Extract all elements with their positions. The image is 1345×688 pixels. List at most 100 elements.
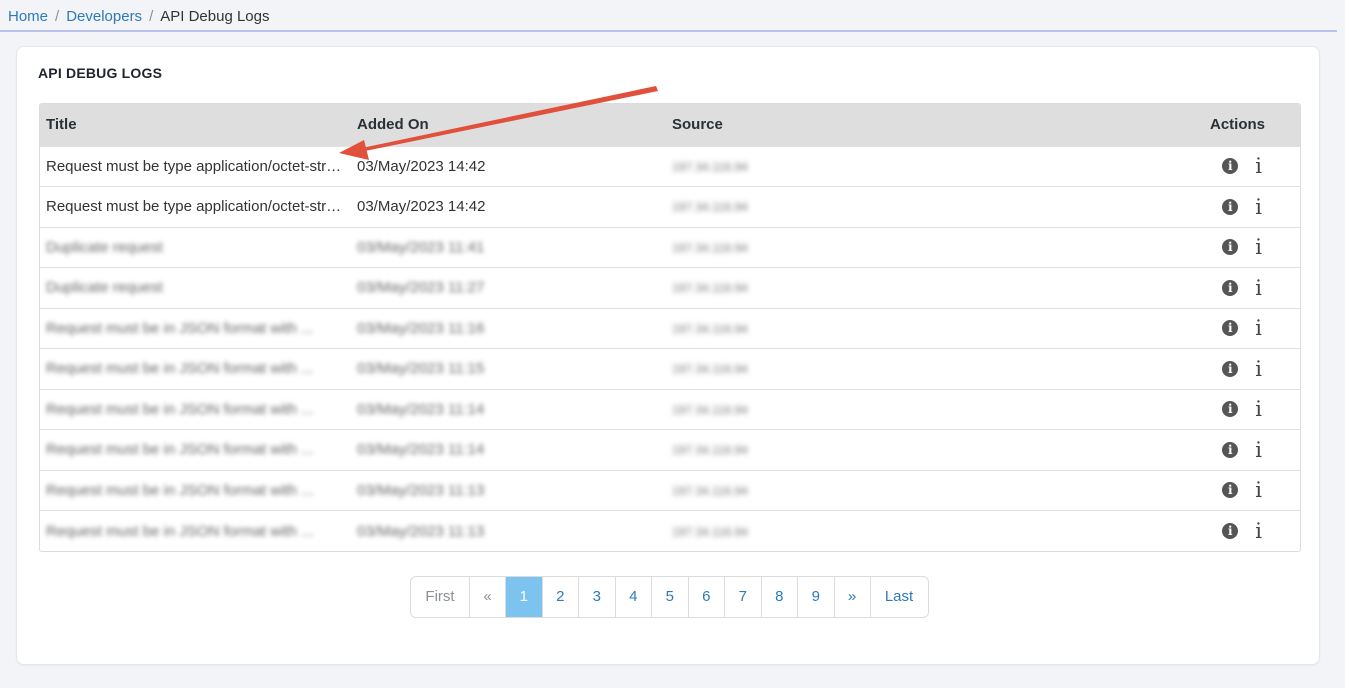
info-icon[interactable]: i [1255,357,1262,381]
table-body: Request must be type application/octet-s… [40,145,1300,551]
pagination-page-3[interactable]: 3 [579,577,616,617]
info-icon[interactable]: i [1255,519,1262,543]
row-title: Request must be in JSON format with ... [40,307,351,349]
pagination-page-5[interactable]: 5 [652,577,689,617]
info-circle-icon[interactable]: i [1222,401,1239,418]
table-row: Request must be in JSON format with ... 0… [40,429,1300,470]
info-icon[interactable]: i [1255,478,1262,502]
column-header-added-on[interactable]: Added On [351,104,666,146]
breadcrumb-separator: / [55,8,60,25]
info-circle-icon[interactable]: i [1222,158,1239,175]
column-header-title[interactable]: Title [40,104,351,146]
row-title: Request must be type application/octet-s… [40,145,351,187]
breadcrumb-home-link[interactable]: Home [8,8,48,25]
pagination-page-7[interactable]: 7 [725,577,762,617]
row-added-on: 03/May/2023 11:14 [351,429,666,470]
info-icon[interactable]: i [1255,154,1262,178]
row-added-on: 03/May/2023 14:42 [351,145,666,187]
table-row: Request must be type application/octet-s… [40,186,1300,227]
card-title: API DEBUG LOGS [38,65,163,81]
table-header-row: Title Added On Source Actions [40,104,1300,146]
table-row: Request must be type application/octet-s… [40,145,1300,187]
info-icon[interactable]: i [1255,235,1262,259]
row-actions: ii [1146,388,1300,430]
table-row: Request must be in JSON format with ... 0… [40,469,1300,511]
info-icon[interactable]: i [1255,397,1262,421]
row-title: Request must be in JSON format with ... [40,429,351,470]
info-icon[interactable]: i [1255,316,1262,340]
row-actions: ii [1146,307,1300,349]
info-icon[interactable]: i [1255,276,1262,300]
row-actions: ii [1146,226,1300,268]
info-icon[interactable]: i [1255,438,1262,462]
logs-table: Title Added On Source Actions Request mu… [40,104,1300,551]
breadcrumb-developers-link[interactable]: Developers [66,8,142,25]
row-added-on: 03/May/2023 11:15 [351,348,666,389]
pagination-page-6[interactable]: 6 [689,577,725,617]
row-actions: ii [1146,267,1300,308]
breadcrumb-separator: / [149,8,154,25]
row-title: Request must be in JSON format with ... [40,348,351,389]
api-debug-logs-card: API DEBUG LOGS Title Added On Source Act… [16,46,1320,665]
pagination-next-button[interactable]: » [835,577,871,617]
row-added-on: 03/May/2023 11:13 [351,510,666,551]
row-title: Request must be in JSON format with ... [40,510,351,551]
column-header-actions: Actions [1146,104,1300,146]
row-actions: ii [1146,186,1300,227]
row-added-on: 03/May/2023 11:14 [351,388,666,430]
table-row: Duplicate request 03/May/2023 11:41 197.34… [40,226,1300,268]
breadcrumb-current: API Debug Logs [160,8,270,25]
table-row: Duplicate request 03/May/2023 11:27 197.34… [40,267,1300,308]
row-title: Duplicate request [40,267,351,308]
row-source-value: 197.34.116.94 [672,402,748,417]
pagination-page-1[interactable]: 1 [506,577,543,617]
row-source: 197.34.116.94 [666,469,1146,511]
row-added-on: 03/May/2023 11:13 [351,469,666,511]
row-source-value: 197.34.116.94 [672,362,748,377]
pagination-page-2[interactable]: 2 [543,577,579,617]
info-circle-icon[interactable]: i [1222,360,1239,377]
info-icon[interactable]: i [1255,195,1262,219]
row-actions: ii [1146,429,1300,470]
row-title: Duplicate request [40,226,351,268]
row-title: Request must be in JSON format with ... [40,469,351,511]
table-row: Request must be in JSON format with ... 0… [40,510,1300,551]
table-row: Request must be in JSON format with ... 0… [40,348,1300,389]
row-actions: ii [1146,348,1300,389]
row-source-value: 197.34.116.94 [672,524,748,539]
pagination: First «1 2 3 4 5 6 7 8 9» Last [410,576,929,618]
row-source: 197.34.116.94 [666,267,1146,308]
row-title: Request must be type application/octet-s… [40,186,351,227]
row-source: 197.34.116.94 [666,186,1146,227]
row-source: 197.34.116.94 [666,388,1146,430]
pagination-page-8[interactable]: 8 [762,577,798,617]
info-circle-icon[interactable]: i [1222,279,1239,296]
info-circle-icon[interactable]: i [1222,198,1239,215]
logs-table-wrapper: Title Added On Source Actions Request mu… [39,103,1301,552]
info-circle-icon[interactable]: i [1222,523,1239,539]
info-circle-icon[interactable]: i [1222,320,1239,337]
row-actions: ii [1146,145,1300,187]
row-title: Request must be in JSON format with ... [40,388,351,430]
breadcrumb-bar: Home / Developers / API Debug Logs [0,0,1337,32]
pagination-last-button[interactable]: Last [871,577,928,617]
breadcrumb: Home / Developers / API Debug Logs [8,8,269,25]
row-source: 197.34.116.94 [666,145,1146,187]
row-added-on: 03/May/2023 14:42 [351,186,666,227]
pagination-page-9[interactable]: 9 [798,577,835,617]
row-source: 197.34.116.94 [666,226,1146,268]
pagination-page-4[interactable]: 4 [616,577,652,617]
pagination-first-button[interactable]: First [411,577,470,617]
row-source: 197.34.116.94 [666,510,1146,551]
row-source-value: 197.34.116.94 [672,443,748,458]
table-row: Request must be in JSON format with ... 0… [40,388,1300,430]
row-added-on: 03/May/2023 11:16 [351,307,666,349]
info-circle-icon[interactable]: i [1222,239,1239,256]
row-source-value: 197.34.116.94 [672,321,748,336]
info-circle-icon[interactable]: i [1222,441,1239,458]
pagination-prev-button[interactable]: « [470,577,506,617]
info-circle-icon[interactable]: i [1222,482,1239,499]
row-actions: ii [1146,469,1300,511]
row-actions: ii [1146,510,1300,551]
column-header-source[interactable]: Source [666,104,1146,146]
